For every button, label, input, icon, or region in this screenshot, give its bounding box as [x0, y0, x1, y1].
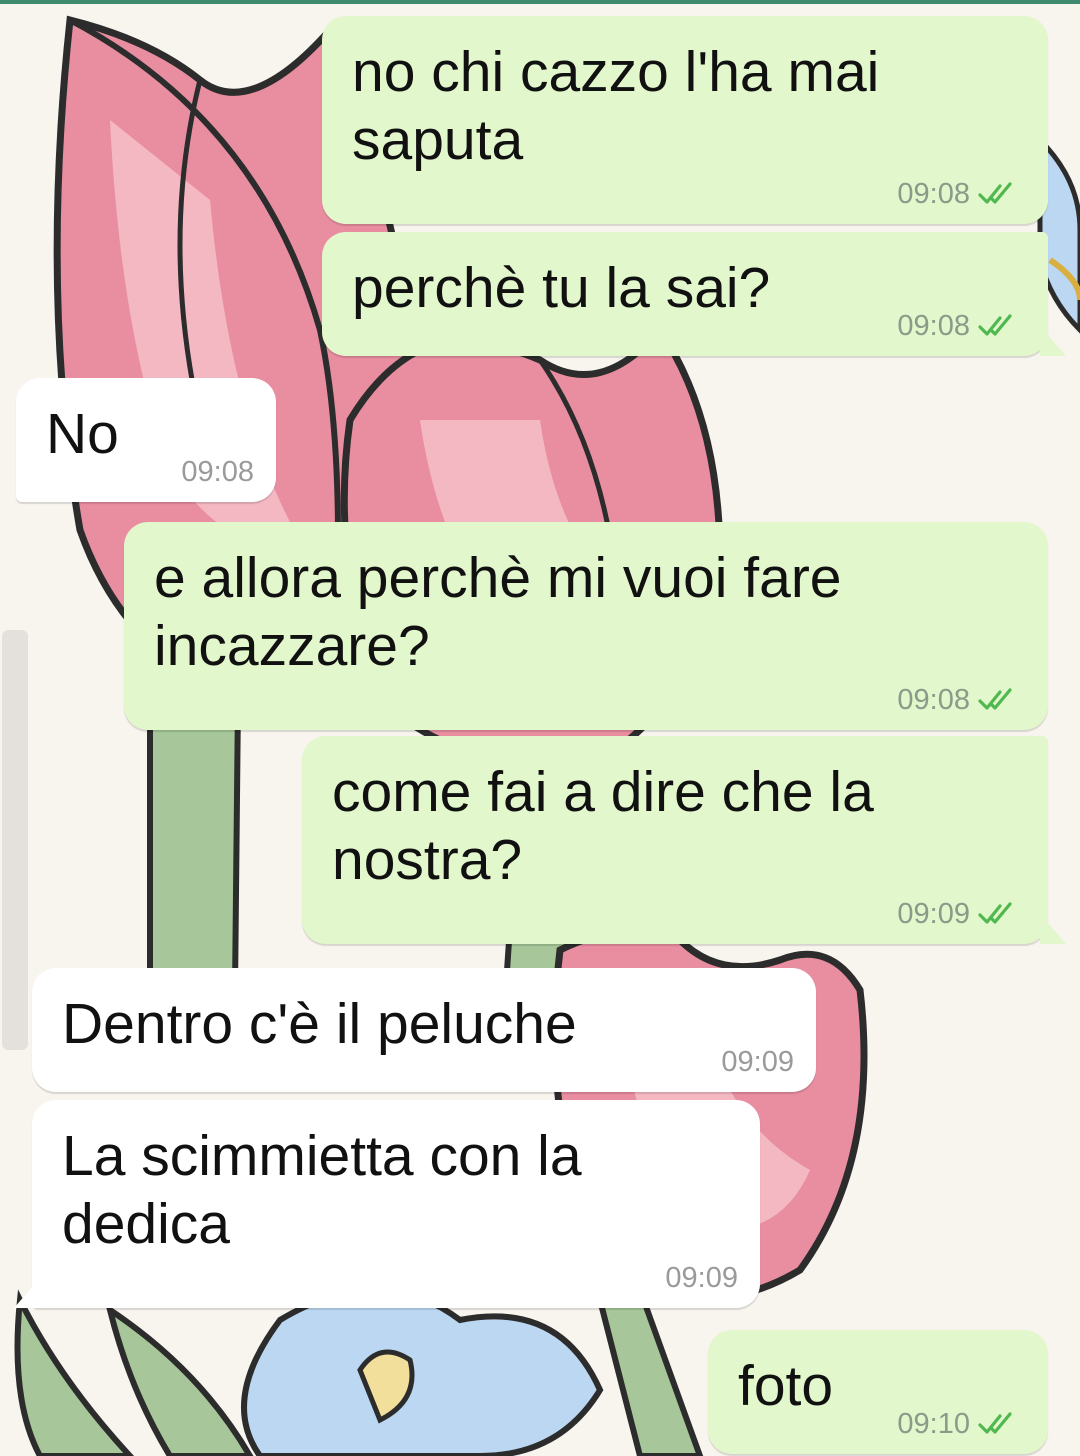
message-bubble-outgoing[interactable]: foto 09:10: [708, 1330, 1048, 1454]
message-bubble-outgoing[interactable]: come fai a dire che la nostra? 09:09: [302, 736, 1048, 944]
message-meta: 09:08: [897, 178, 1022, 210]
message-text: come fai a dire che la nostra?: [332, 760, 874, 892]
message-bubble-outgoing[interactable]: e allora perchè mi vuoi fare incazzare? …: [124, 522, 1048, 730]
double-check-icon: [978, 1412, 1012, 1434]
bubble-tail: [1040, 914, 1066, 944]
message-time: 09:09: [721, 1046, 794, 1078]
message-meta: 09:10: [897, 1408, 1022, 1440]
message-time: 09:08: [897, 684, 970, 716]
message-bubble-outgoing[interactable]: no chi cazzo l'ha mai saputa 09:08: [322, 16, 1048, 224]
message-bubble-outgoing[interactable]: perchè tu la sai? 09:08: [322, 232, 1048, 356]
message-bubble-incoming[interactable]: Dentro c'è il peluche 09:09: [32, 968, 816, 1092]
double-check-icon: [978, 314, 1012, 336]
top-accent-bar: [0, 0, 1080, 4]
message-text: Dentro c'è il peluche: [62, 992, 577, 1056]
message-bubble-incoming[interactable]: No 09:08: [16, 378, 276, 502]
message-meta: 09:09: [897, 898, 1022, 930]
double-check-icon: [978, 688, 1012, 710]
message-meta: 09:08: [181, 456, 254, 488]
message-bubble-incoming[interactable]: La scimmietta con la dedica 09:09: [32, 1100, 760, 1308]
bubble-tail: [14, 1278, 40, 1308]
message-time: 09:08: [181, 456, 254, 488]
double-check-icon: [978, 182, 1012, 204]
message-text: La scimmietta con la dedica: [62, 1124, 582, 1256]
message-text: e allora perchè mi vuoi fare incazzare?: [154, 546, 842, 678]
bubble-tail: [1040, 326, 1066, 356]
message-time: 09:08: [897, 178, 970, 210]
double-check-icon: [978, 902, 1012, 924]
message-time: 09:08: [897, 310, 970, 342]
message-meta: 09:08: [897, 684, 1022, 716]
message-meta: 09:08: [897, 310, 1022, 342]
message-meta: 09:09: [721, 1046, 794, 1078]
message-text: no chi cazzo l'ha mai saputa: [352, 40, 880, 172]
message-time: 09:09: [897, 898, 970, 930]
message-time: 09:09: [665, 1262, 738, 1294]
message-meta: 09:09: [665, 1262, 738, 1294]
message-time: 09:10: [897, 1408, 970, 1440]
